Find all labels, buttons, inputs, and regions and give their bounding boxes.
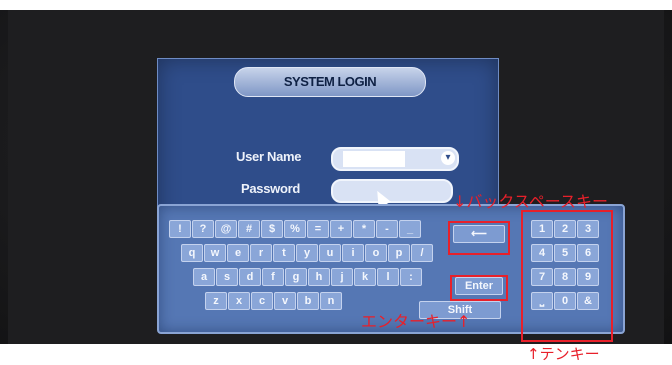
key-f[interactable]: f [262, 268, 284, 286]
key-3-row1[interactable]: # [238, 220, 260, 238]
enter-highlight-box [450, 275, 508, 301]
numpad-highlight-box [521, 210, 613, 342]
key-z[interactable]: z [205, 292, 227, 310]
key-n[interactable]: n [320, 292, 342, 310]
key-y[interactable]: y [296, 244, 318, 262]
key-w[interactable]: w [204, 244, 226, 262]
backspace-highlight-box [448, 221, 510, 255]
key-s[interactable]: s [216, 268, 238, 286]
password-field[interactable] [331, 179, 453, 203]
key-9-row1[interactable]: - [376, 220, 398, 238]
key-b[interactable]: b [297, 292, 319, 310]
key-r[interactable]: r [250, 244, 272, 262]
key-/[interactable]: / [411, 244, 433, 262]
enter-annotation: エンターキー↑ [361, 312, 471, 331]
key-:[interactable]: : [400, 268, 422, 286]
key-6-row1[interactable]: = [307, 220, 329, 238]
key-1-row1[interactable]: ? [192, 220, 214, 238]
key-i[interactable]: i [342, 244, 364, 262]
key-a[interactable]: a [193, 268, 215, 286]
key-7-row1[interactable]: + [330, 220, 352, 238]
key-2-row1[interactable]: @ [215, 220, 237, 238]
username-label: User Name [236, 149, 302, 164]
key-j[interactable]: j [331, 268, 353, 286]
key-x[interactable]: x [228, 292, 250, 310]
key-e[interactable]: e [227, 244, 249, 262]
key-u[interactable]: u [319, 244, 341, 262]
key-10-row1[interactable]: _ [399, 220, 421, 238]
key-o[interactable]: o [365, 244, 387, 262]
dialog-title: SYSTEM LOGIN [234, 67, 426, 97]
username-value [343, 151, 405, 167]
password-label: Password [241, 181, 301, 196]
numpad-annotation: ↑テンキー [527, 345, 600, 363]
key-g[interactable]: g [285, 268, 307, 286]
key-4-row1[interactable]: $ [261, 220, 283, 238]
key-k[interactable]: k [354, 268, 376, 286]
key-0-row1[interactable]: ! [169, 220, 191, 238]
key-h[interactable]: h [308, 268, 330, 286]
key-t[interactable]: t [273, 244, 295, 262]
key-d[interactable]: d [239, 268, 261, 286]
key-l[interactable]: l [377, 268, 399, 286]
key-c[interactable]: c [251, 292, 273, 310]
username-field[interactable]: ▾ [331, 147, 459, 171]
key-8-row1[interactable]: * [353, 220, 375, 238]
key-q[interactable]: q [181, 244, 203, 262]
backspace-annotation: ↓バックスペースキー [453, 192, 609, 211]
chevron-down-icon[interactable]: ▾ [441, 151, 455, 165]
key-5-row1[interactable]: % [284, 220, 306, 238]
key-v[interactable]: v [274, 292, 296, 310]
key-p[interactable]: p [388, 244, 410, 262]
